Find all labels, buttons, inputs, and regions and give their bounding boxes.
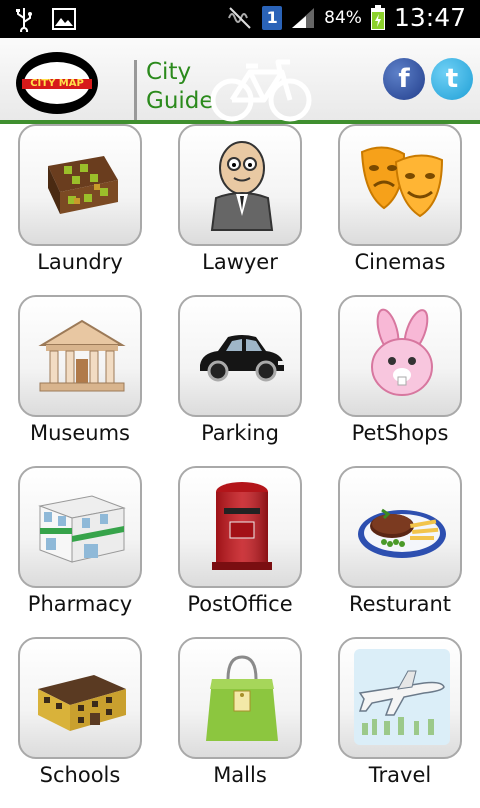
category-label: Parking	[201, 421, 279, 445]
category-petshops[interactable]: PetShops	[320, 295, 480, 466]
category-parking[interactable]: Parking	[160, 295, 320, 466]
cinema-masks-icon	[360, 146, 444, 218]
app-title-line1: City	[146, 59, 192, 85]
category-button[interactable]	[178, 637, 302, 759]
image-icon	[52, 8, 76, 30]
category-button[interactable]	[178, 295, 302, 417]
city-map-logo[interactable]: CITY MAP	[16, 52, 98, 114]
app-header: CITY MAP City Guide f t	[0, 38, 480, 124]
category-postoffice[interactable]: PostOffice	[160, 466, 320, 637]
category-label: Laundry	[37, 250, 123, 274]
category-laundry[interactable]: Laundry	[0, 124, 160, 295]
signal-icon	[292, 7, 315, 28]
mute-icon	[228, 6, 251, 29]
category-museums[interactable]: Museums	[0, 295, 160, 466]
car-icon	[200, 335, 284, 382]
category-label: Schools	[39, 763, 121, 787]
bicycle-icon	[210, 59, 312, 122]
category-button[interactable]	[178, 466, 302, 588]
app-title: City Guide	[146, 58, 216, 116]
category-travel[interactable]: Travel	[320, 637, 480, 808]
category-button[interactable]	[18, 466, 142, 588]
category-schools[interactable]: Schools	[0, 637, 160, 808]
school-building-icon	[38, 675, 126, 731]
battery-charging-icon	[370, 4, 385, 30]
status-bar: 1 84% 13:47	[0, 0, 480, 38]
clock: 13:47	[393, 3, 466, 32]
category-button[interactable]	[178, 124, 302, 246]
header-divider	[134, 60, 137, 120]
category-label: Lawyer	[202, 250, 278, 274]
category-restaurant[interactable]: Resturant	[320, 466, 480, 637]
steak-plate-icon	[358, 508, 446, 558]
category-cinemas[interactable]: Cinemas	[320, 124, 480, 295]
category-button[interactable]	[338, 466, 462, 588]
sim-badge: 1	[262, 5, 283, 30]
app-title-line2: Guide	[146, 88, 214, 114]
category-malls[interactable]: Malls	[160, 637, 320, 808]
category-label: Resturant	[348, 592, 452, 616]
category-button[interactable]	[18, 295, 142, 417]
category-label: PostOffice	[187, 592, 293, 616]
airplane-icon	[354, 649, 450, 745]
bunny-icon	[371, 308, 433, 396]
twitter-button[interactable]: t	[431, 58, 473, 100]
category-lawyer[interactable]: Lawyer	[160, 124, 320, 295]
category-label: Travel	[368, 763, 432, 787]
category-button[interactable]	[18, 124, 142, 246]
usb-icon	[16, 8, 32, 32]
category-label: Malls	[213, 763, 267, 787]
category-button[interactable]	[338, 637, 462, 759]
category-grid: Laundry Lawyer Cinemas Museums Parking P…	[0, 124, 480, 800]
shopping-bag-icon	[206, 655, 278, 741]
category-button[interactable]	[338, 124, 462, 246]
facebook-button[interactable]: f	[383, 58, 425, 100]
lawyer-icon	[210, 141, 274, 231]
category-label: Museums	[30, 421, 130, 445]
category-label: Cinemas	[354, 250, 446, 274]
category-pharmacy[interactable]: Pharmacy	[0, 466, 160, 637]
laundry-icon	[48, 156, 118, 214]
category-label: Pharmacy	[27, 592, 133, 616]
museum-icon	[38, 319, 126, 392]
pharmacy-building-icon	[38, 495, 126, 563]
postbox-icon	[212, 482, 272, 570]
category-button[interactable]	[18, 637, 142, 759]
battery-percent: 84%	[324, 7, 362, 28]
category-button[interactable]	[338, 295, 462, 417]
logo-text: CITY MAP	[30, 78, 84, 89]
category-label: PetShops	[351, 421, 449, 445]
